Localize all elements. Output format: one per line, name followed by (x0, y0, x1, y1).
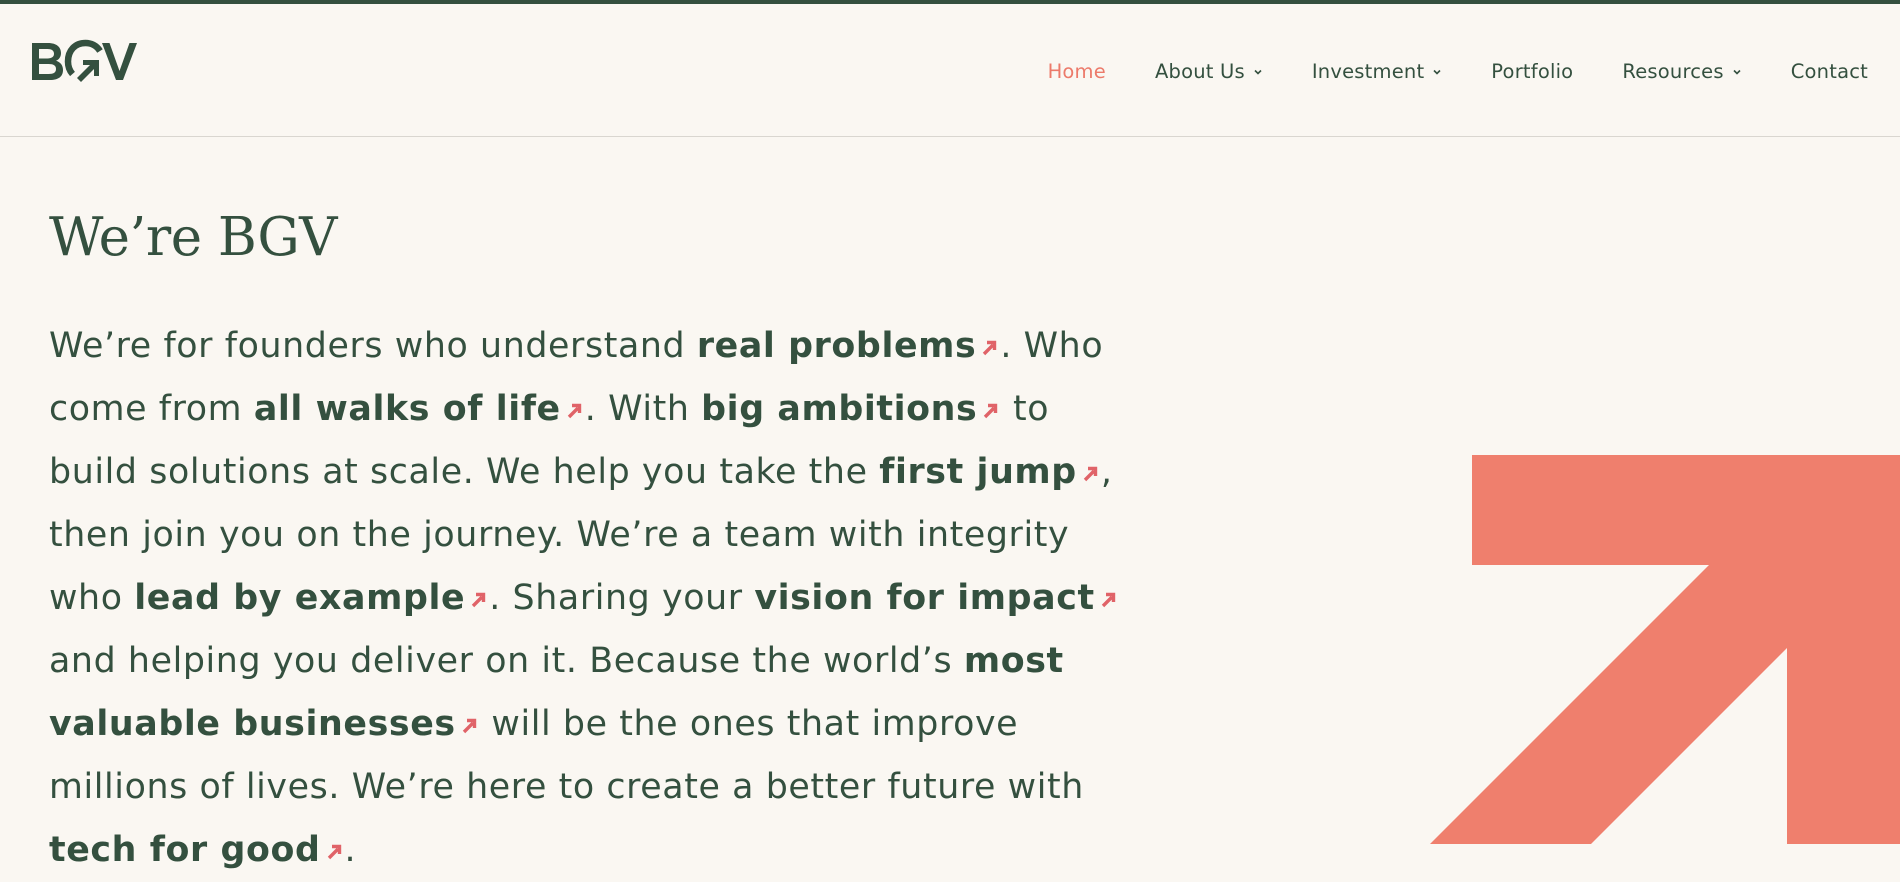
nav-item-investment[interactable]: Investment (1312, 60, 1442, 83)
link-label: lead by example (134, 578, 466, 618)
intro-text: We’re for founders who understand (49, 326, 697, 366)
hero-section: We’re BGV We’re for founders who underst… (0, 137, 1900, 870)
bgv-logo (32, 39, 137, 82)
nav-item-home[interactable]: Home (1048, 60, 1106, 83)
nav-label: Investment (1311, 60, 1425, 83)
site-header: Home About Us Investment Portfolio Resou… (0, 4, 1900, 137)
nav-label: Home (1047, 60, 1106, 83)
nav-item-about-us[interactable]: About Us (1155, 60, 1263, 83)
arrow-up-right-icon (462, 718, 476, 734)
nav-label: Resources (1622, 60, 1724, 83)
chevron-down-icon (1733, 69, 1741, 75)
nav-label: Contact (1790, 60, 1868, 83)
link-label: all walks of life (253, 389, 561, 429)
link-real-problems[interactable]: real problems (697, 326, 1000, 366)
nav-label: Portfolio (1491, 60, 1574, 83)
link-label: big ambitions (701, 389, 978, 429)
arrow-up-right-icon (984, 403, 998, 419)
link-label: tech for good (49, 830, 321, 870)
link-label: real problems (696, 326, 977, 366)
main-nav: Home About Us Investment Portfolio Resou… (1048, 60, 1868, 83)
link-tech-for-good[interactable]: tech for good (49, 830, 345, 870)
chevron-down-icon (1433, 69, 1441, 75)
arrow-up-right-icon (1083, 466, 1098, 482)
nav-item-resources[interactable]: Resources (1622, 60, 1741, 83)
nav-label: About Us (1154, 60, 1245, 83)
intro-text: . With (584, 389, 702, 429)
link-label: first jump (879, 452, 1077, 492)
link-vision-for-impact[interactable]: vision for impact (754, 578, 1118, 618)
large-arrow-up-right-icon (1430, 455, 1900, 844)
page-title: We’re BGV (49, 207, 337, 268)
arrow-up-right-icon (567, 403, 581, 419)
intro-text: . (344, 830, 357, 870)
arrow-up-right-icon (472, 592, 486, 608)
link-all-walks-of-life[interactable]: all walks of life (254, 389, 585, 429)
link-first-jump[interactable]: first jump (879, 452, 1101, 492)
chevron-down-icon (1254, 69, 1262, 75)
link-lead-by-example[interactable]: lead by example (134, 578, 489, 618)
arrow-up-right-icon (327, 844, 341, 860)
link-label: vision for impact (754, 578, 1095, 618)
intro-text: . Sharing your (489, 578, 755, 618)
arrow-up-right-icon (983, 340, 997, 356)
arrow-up-right-icon (1101, 592, 1115, 608)
nav-item-contact[interactable]: Contact (1791, 60, 1868, 83)
link-big-ambitions[interactable]: big ambitions (701, 389, 1001, 429)
intro-text: and helping you deliver on it. Because t… (49, 641, 964, 681)
nav-item-portfolio[interactable]: Portfolio (1491, 60, 1573, 83)
intro-paragraph: We’re for founders who understand real p… (49, 315, 1129, 882)
